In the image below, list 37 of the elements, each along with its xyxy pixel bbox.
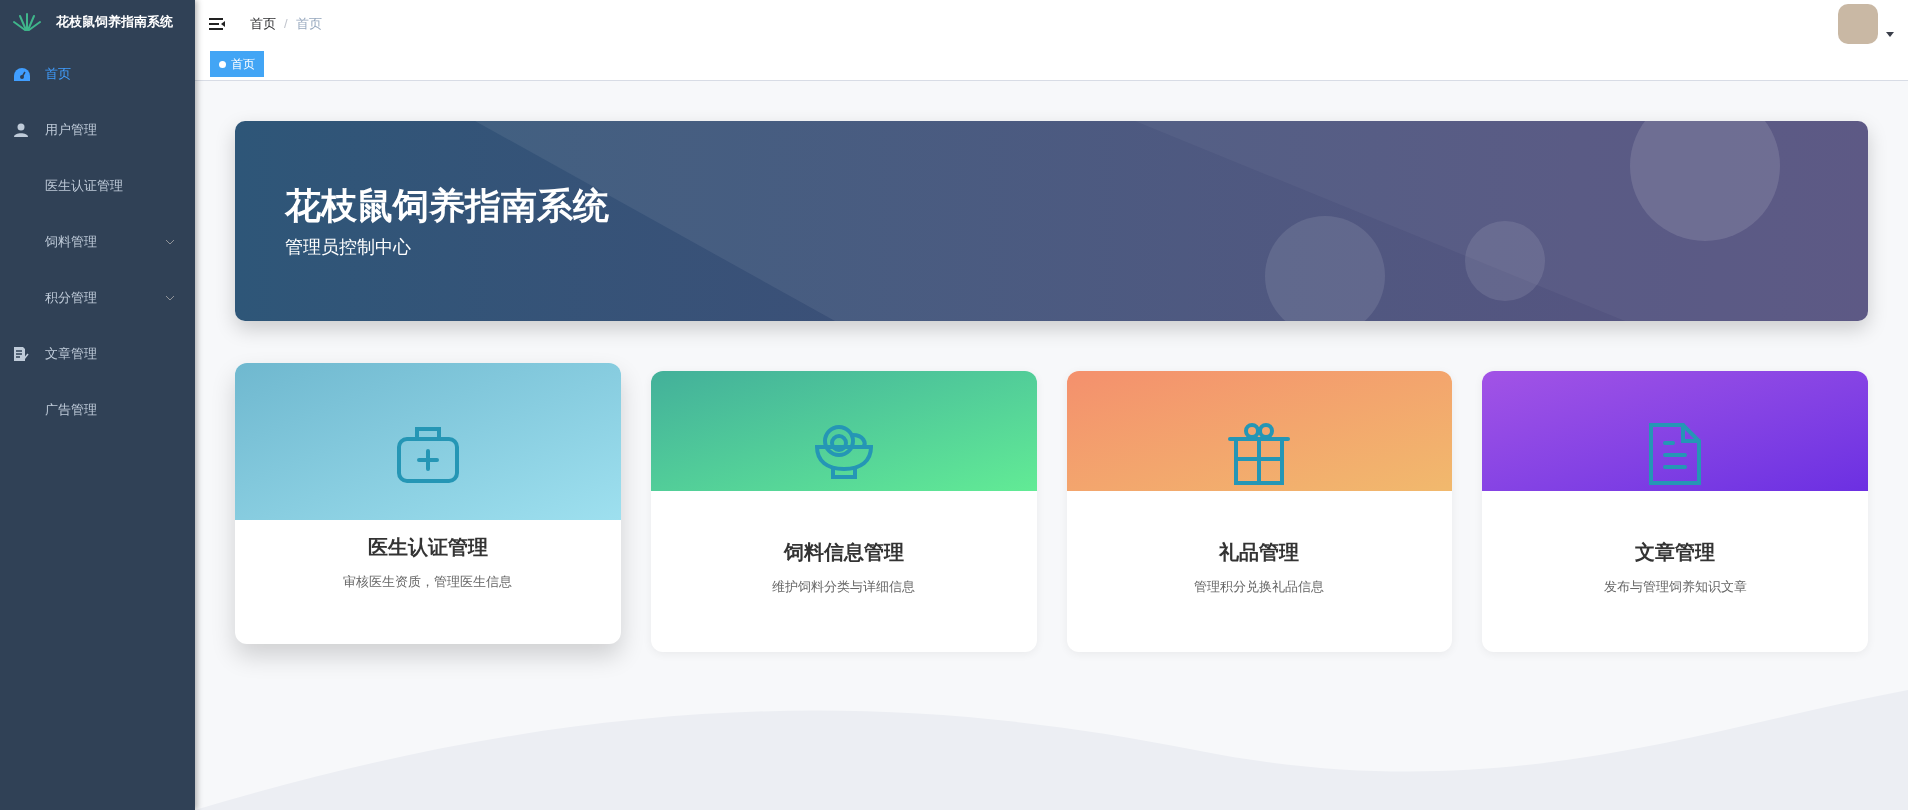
- breadcrumb-item: 首页: [295, 15, 322, 34]
- sidebar-item[interactable]: 积分管理: [0, 270, 195, 326]
- sidebar-item[interactable]: 饲料管理: [0, 214, 195, 270]
- sidebar-item[interactable]: 文章管理: [0, 326, 195, 382]
- banner-subtitle: 管理员控制中心: [285, 235, 412, 259]
- gift-icon: [1228, 423, 1291, 485]
- breadcrumb-separator: /: [284, 15, 288, 34]
- feature-card[interactable]: 礼品管理 管理积分兑换礼品信息: [1066, 371, 1453, 652]
- dashboard-icon: [14, 67, 30, 81]
- card-description: 发布与管理饲养知识文章: [1602, 578, 1748, 596]
- user-icon: [14, 123, 28, 137]
- feature-card[interactable]: 文章管理 发布与管理饲养知识文章: [1482, 371, 1868, 652]
- sidebar-item[interactable]: 广告管理: [0, 382, 195, 438]
- banner-title: 花枝鼠饲养指南系统: [285, 183, 610, 228]
- feature-card[interactable]: 医生认证管理 审核医生资质，管理医生信息: [235, 363, 621, 644]
- card-description: 维护饲料分类与详细信息: [771, 578, 917, 596]
- card-description: 管理积分兑换礼品信息: [1193, 578, 1326, 596]
- card-title: 礼品管理: [1218, 540, 1301, 565]
- card-title: 饲料信息管理: [782, 540, 905, 565]
- menu-toggle-icon[interactable]: [209, 17, 225, 31]
- logo-icon: [12, 12, 42, 32]
- caret-icon[interactable]: [1886, 31, 1894, 37]
- sidebar-item[interactable]: 用户管理: [0, 102, 195, 158]
- sidebar-item[interactable]: 首页: [0, 46, 195, 102]
- sidebar-item[interactable]: 医生认证管理: [0, 158, 195, 214]
- bowl-icon: [812, 423, 875, 481]
- breadcrumb-item[interactable]: 首页: [250, 14, 276, 34]
- medical-kit-icon: [396, 425, 459, 483]
- chevron-icon: [165, 239, 175, 245]
- card-title: 文章管理: [1634, 540, 1717, 565]
- card-title: 医生认证管理: [366, 535, 489, 560]
- feature-card[interactable]: 饲料信息管理 维护饲料分类与详细信息: [650, 371, 1037, 652]
- chevron-icon: [165, 295, 175, 301]
- app-title: 花枝鼠饲养指南系统: [56, 13, 173, 32]
- document-icon: [1649, 423, 1702, 485]
- card-description: 审核医生资质，管理医生信息: [342, 573, 514, 591]
- document-icon: [14, 347, 29, 361]
